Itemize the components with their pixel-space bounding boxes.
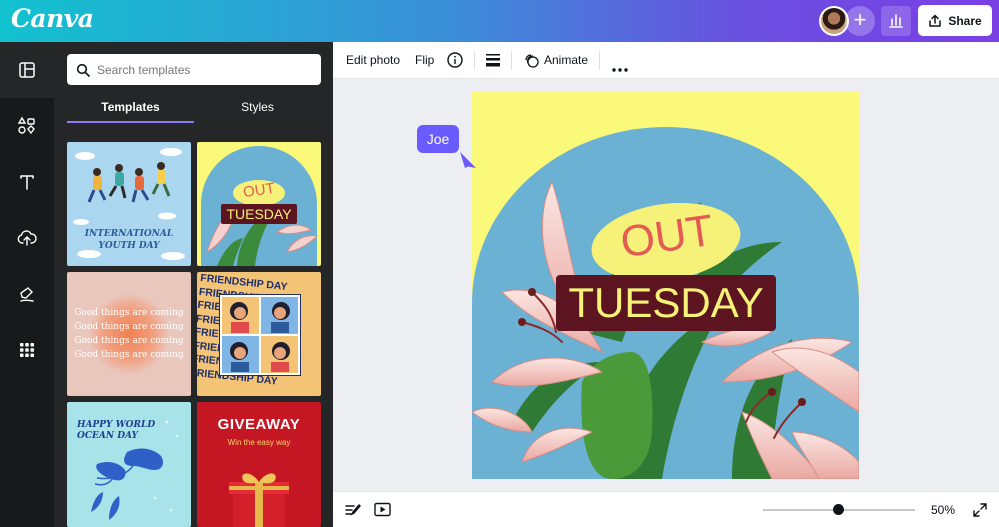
gift-box-illustration <box>229 473 289 527</box>
search-input[interactable] <box>97 62 297 77</box>
animate-button[interactable]: Animate <box>544 53 588 67</box>
zoom-slider-handle[interactable] <box>833 504 844 515</box>
present-button[interactable] <box>374 502 391 522</box>
bar-chart-icon <box>889 14 903 28</box>
template-card-out-tuesday[interactable]: OUT TUESDAY <box>197 142 321 266</box>
bottom-bar: 50% <box>333 491 999 527</box>
share-icon <box>929 14 942 27</box>
apps-grid-icon <box>20 343 34 357</box>
context-toolbar: Edit photo Flip Animate <box>333 42 999 79</box>
upload-icon <box>17 230 37 246</box>
plus-icon: + <box>853 7 867 32</box>
youth-day-illustration: INTERNATIONAL YOUTH DAY <box>73 148 185 260</box>
search-icon <box>76 63 90 77</box>
template-card-good-things[interactable]: Good things are coming Good things are c… <box>67 272 191 396</box>
giveaway-subtitle: Win the easy way <box>227 438 291 447</box>
share-button[interactable]: Share <box>918 5 992 36</box>
play-icon <box>374 502 391 517</box>
toolbar-divider <box>474 51 475 70</box>
more-options-button[interactable] <box>612 59 628 77</box>
sidebar-item-text[interactable] <box>0 154 54 210</box>
giveaway-title: GIVEAWAY <box>217 416 301 433</box>
shapes-icon <box>17 116 35 135</box>
fullscreen-button[interactable] <box>973 503 987 522</box>
avatar-photo <box>821 8 847 34</box>
collaborator-cursor-icon <box>460 152 476 168</box>
youth-day-text-line2: YOUTH DAY <box>98 241 161 251</box>
ocean-day-line: OCEAN DAY <box>77 431 138 441</box>
canva-editor: Canva + Share Search templates Templates… <box>0 0 999 527</box>
good-things-text: Good things are coming Good things are c… <box>67 306 191 362</box>
sidebar-item-draw[interactable] <box>0 266 54 322</box>
border-style-button[interactable] <box>486 53 500 72</box>
notes-button[interactable] <box>345 503 361 522</box>
draw-icon <box>20 287 34 302</box>
info-icon <box>447 52 463 68</box>
animate-icon <box>525 54 539 68</box>
collaborator-label: Joe <box>417 125 459 153</box>
line-weight-icon <box>486 54 500 67</box>
top-bar: Canva + Share <box>0 0 999 42</box>
youth-day-text-line1: INTERNATIONAL <box>84 229 173 239</box>
insights-button[interactable] <box>881 6 911 36</box>
template-card-friendship-day[interactable]: FRIENDSHIP DAY FRIENDSHIP DAY FRIENDSHIP… <box>197 272 321 396</box>
design-page[interactable]: OUT TUESDAY <box>472 92 859 479</box>
template-card-youth-day[interactable]: INTERNATIONAL YOUTH DAY <box>67 142 191 266</box>
ocean-day-text: HAPPY WORLD OCEAN DAY <box>77 420 155 442</box>
sidebar-item-design[interactable] <box>0 42 54 98</box>
good-things-line: Good things are coming <box>74 336 184 346</box>
templates-panel: Templates Styles INTERNATIONAL YOUTH DAY <box>54 42 333 527</box>
toolbar-divider <box>511 51 512 70</box>
sidebar-rail <box>0 42 54 527</box>
design-text-tuesday[interactable]: TUESDAY <box>556 279 776 327</box>
zoom-level[interactable]: 50% <box>931 503 955 517</box>
good-things-line: Good things are coming <box>74 350 184 360</box>
tab-styles[interactable]: Styles <box>194 100 321 114</box>
sidebar-item-apps[interactable] <box>0 322 54 378</box>
layout-icon <box>19 62 35 78</box>
flip-button[interactable]: Flip <box>415 53 434 67</box>
good-things-line: Good things are coming <box>74 308 184 318</box>
template-card-ocean-day[interactable]: HAPPY WORLD OCEAN DAY <box>67 402 191 527</box>
more-horizontal-icon <box>612 68 628 72</box>
edit-photo-button[interactable]: Edit photo <box>346 53 400 67</box>
tab-templates[interactable]: Templates <box>67 100 194 114</box>
info-button[interactable] <box>447 52 463 73</box>
search-box[interactable] <box>67 54 321 85</box>
add-collaborator-button[interactable]: + <box>845 6 875 36</box>
share-label: Share <box>948 13 982 28</box>
out-tuesday-mini-tuesday: TUESDAY <box>226 206 292 222</box>
sidebar-item-uploads[interactable] <box>0 210 54 266</box>
canva-logo[interactable]: Canva <box>11 4 94 33</box>
template-card-giveaway[interactable]: GIVEAWAY Win the easy way <box>197 402 321 527</box>
notes-icon <box>345 503 361 516</box>
toolbar-divider <box>599 51 600 70</box>
friends-illustration <box>219 294 301 376</box>
text-icon <box>20 175 34 190</box>
ocean-day-line: HAPPY WORLD <box>77 420 156 430</box>
good-things-line: Good things are coming <box>74 322 184 332</box>
animate-icon-wrap[interactable] <box>524 53 539 73</box>
active-tab-indicator <box>67 121 194 123</box>
sidebar-item-elements[interactable] <box>0 98 54 154</box>
expand-icon <box>973 503 987 517</box>
